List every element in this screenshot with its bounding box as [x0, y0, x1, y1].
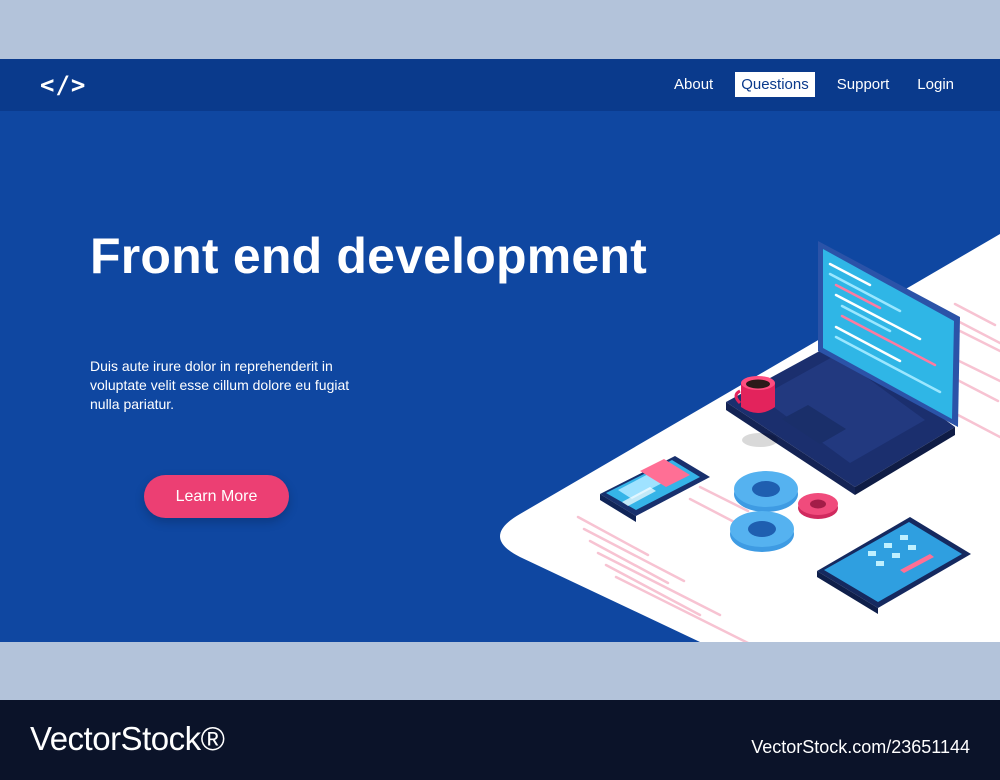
nav-link-support[interactable]: Support [831, 72, 896, 97]
code-logo-icon[interactable]: </> [40, 71, 86, 99]
watermark-bar: VectorStock® VectorStock.com/23651144 [0, 700, 1000, 780]
nav-link-questions[interactable]: Questions [735, 72, 815, 97]
nav-link-login[interactable]: Login [911, 72, 960, 97]
learn-more-button[interactable]: Learn More [144, 475, 289, 518]
top-navigation-bar: </> About Questions Support Login [0, 59, 1000, 111]
hero-title: Front end development [90, 228, 648, 284]
landing-page: </> About Questions Support Login Front … [0, 59, 1000, 642]
watermark-id: VectorStock.com/23651144 [751, 737, 970, 757]
illustration [500, 234, 1000, 642]
main-nav: About Questions Support Login [652, 72, 960, 97]
hero-description: Duis aute irure dolor in reprehenderit i… [90, 358, 350, 412]
nav-link-about[interactable]: About [668, 72, 719, 97]
watermark-brand: VectorStock® [30, 720, 225, 757]
